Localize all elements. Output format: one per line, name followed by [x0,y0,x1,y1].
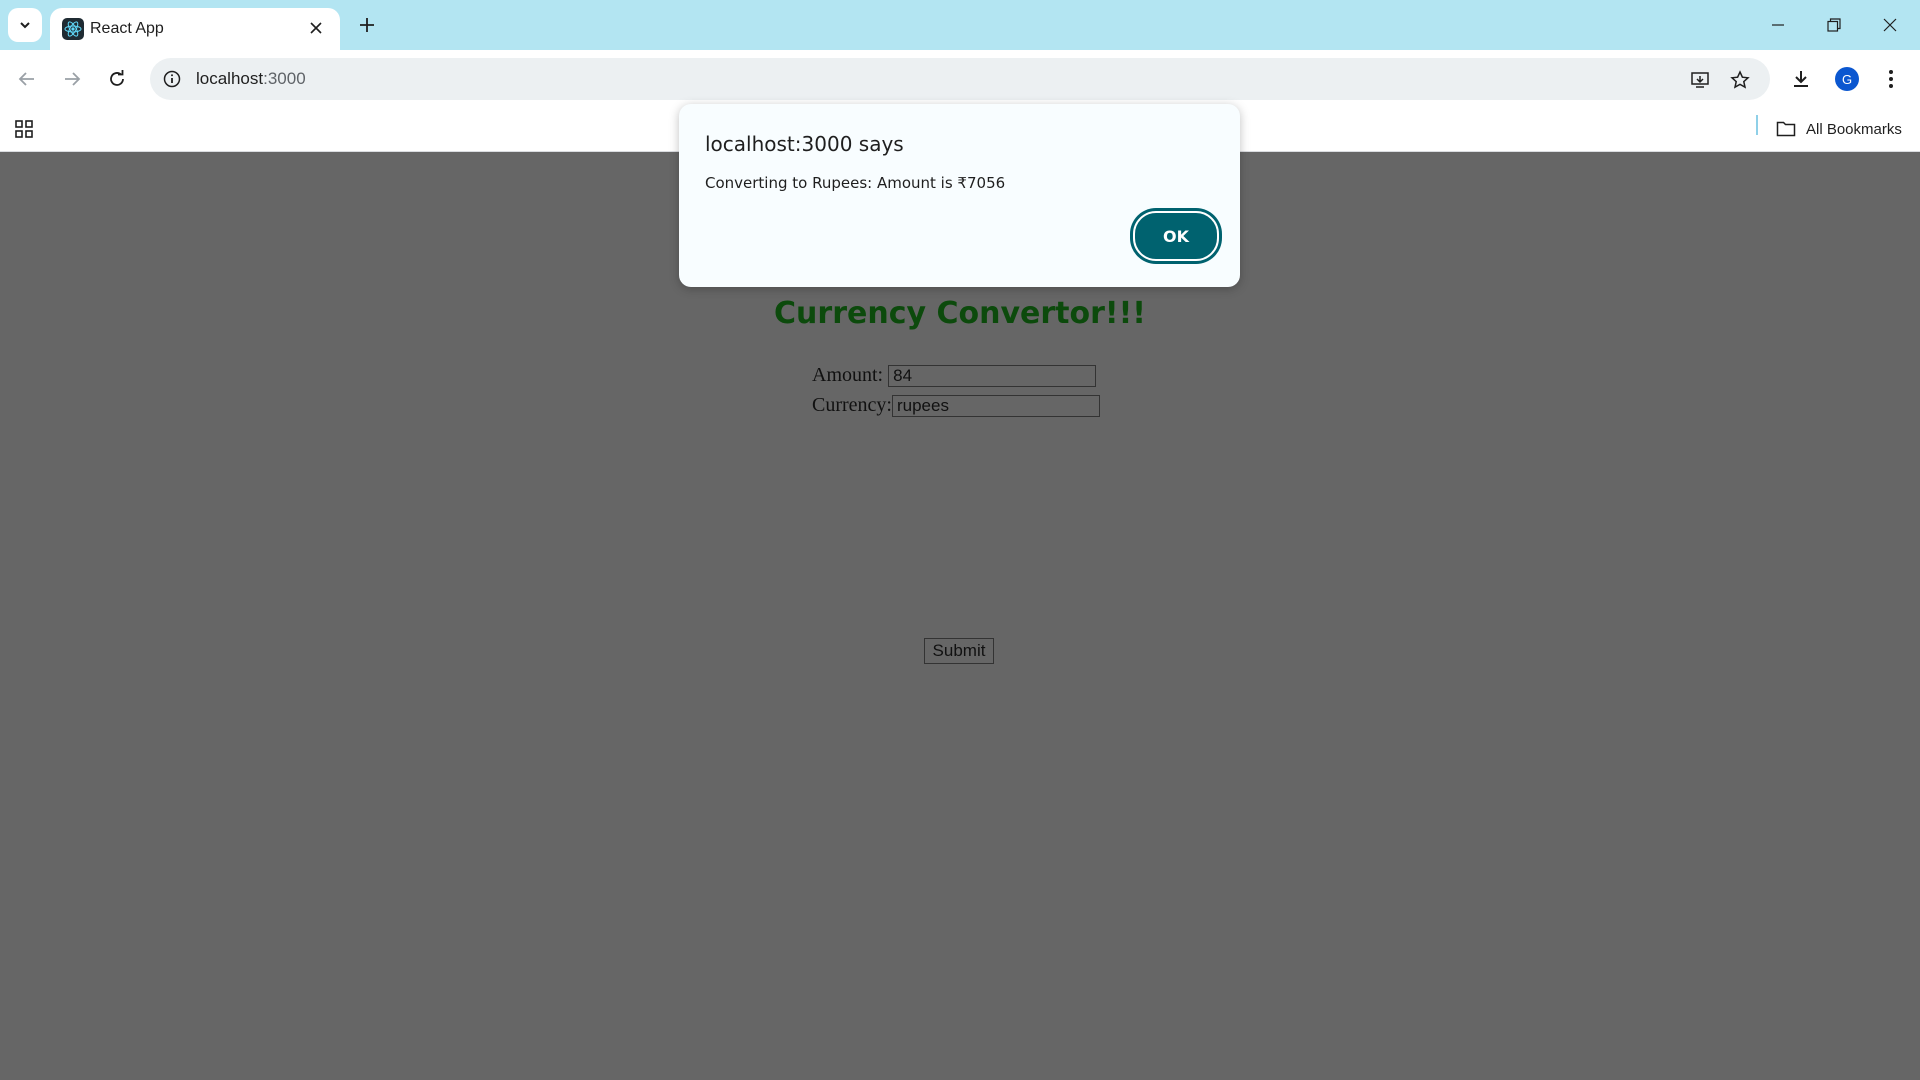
folder-icon [1776,121,1796,137]
bookmarks-separator [1756,115,1758,135]
close-window-button[interactable] [1862,0,1918,50]
back-button[interactable] [10,62,44,96]
downloads-button[interactable] [1784,62,1818,96]
all-bookmarks-label: All Bookmarks [1806,120,1902,138]
install-app-icon[interactable] [1686,66,1714,94]
apps-grid-icon[interactable] [10,115,38,143]
url-host: localhost [196,69,264,88]
star-icon[interactable] [1726,66,1754,94]
alert-dialog: localhost:3000 says Converting to Rupees… [679,104,1240,287]
forward-button[interactable] [55,62,89,96]
minimize-button[interactable] [1750,0,1806,50]
tab-search-button[interactable] [8,8,42,42]
menu-button[interactable] [1874,62,1908,96]
tab-react-app[interactable]: React App [50,8,340,50]
currency-row: Currency: [812,394,1100,417]
minimize-icon [1772,24,1784,26]
amount-input[interactable] [888,364,1097,387]
arrow-left-icon [18,72,34,86]
avatar: G [1835,67,1859,91]
download-icon [1794,71,1808,87]
address-bar[interactable]: localhost:3000 [150,58,1770,100]
arrow-right-icon [65,72,81,86]
url-text: localhost:3000 [196,69,306,89]
info-icon[interactable] [160,67,184,91]
close-icon [1883,18,1897,32]
tab-title: React App [90,20,164,37]
currency-input[interactable] [891,394,1100,417]
alert-message: Converting to Rupees: Amount is ₹7056 [705,174,1006,192]
plus-icon [360,18,374,32]
amount-label: Amount: [812,364,884,386]
submit-button[interactable]: Submit [924,638,994,664]
kebab-menu-icon [1889,70,1893,88]
close-icon[interactable] [304,16,328,40]
profile-button[interactable]: G [1830,62,1864,96]
url-port: :3000 [263,69,306,88]
browser-toolbar: localhost:3000 G [0,50,1920,107]
react-icon [62,18,84,40]
alert-title: localhost:3000 says [705,132,904,156]
ok-button[interactable]: OK [1133,211,1219,261]
all-bookmarks-button[interactable]: All Bookmarks [1776,115,1902,143]
chevron-down-icon [20,22,30,29]
reload-button[interactable] [100,62,134,96]
tab-strip: React App [0,0,1920,50]
amount-row: Amount: [812,364,1097,387]
app-title: Currency Convertor!!! [774,296,1146,331]
currency-label: Currency: [812,394,892,416]
restore-button[interactable] [1806,0,1862,50]
restore-icon [1827,18,1841,32]
new-tab-button[interactable] [352,10,382,40]
reload-icon [110,70,124,86]
page-content: Currency Convertor!!! Amount: Currency: … [0,152,1920,1080]
